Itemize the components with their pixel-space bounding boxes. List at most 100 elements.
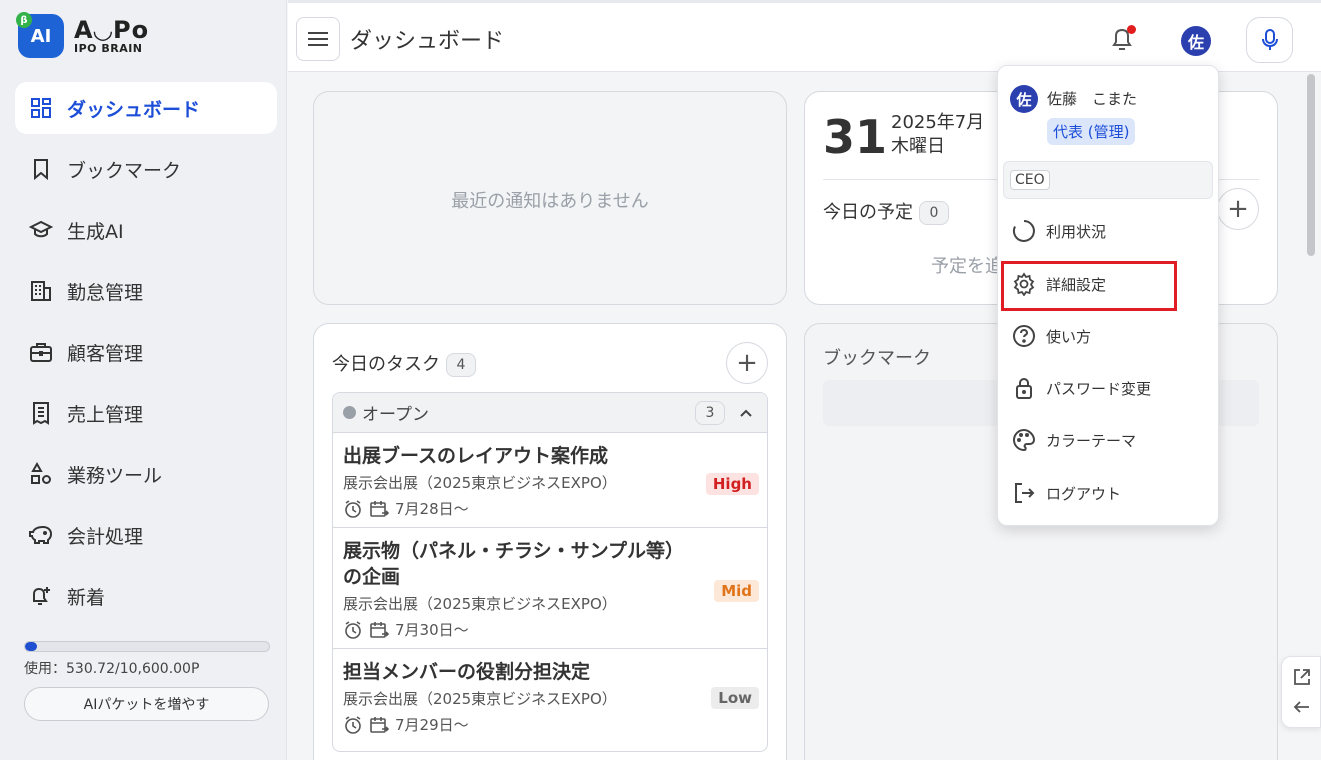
schedule-empty-text: 予定を追 xyxy=(931,256,1003,277)
bookmarks-title: ブックマーク xyxy=(823,348,931,369)
task-name: 展示物（パネル・チラシ・サンプル等）の企画 xyxy=(343,540,685,588)
bookmark-icon xyxy=(27,155,55,183)
external-link-icon[interactable] xyxy=(1292,667,1312,687)
sidebar-item-dashboard[interactable]: ダッシュボード xyxy=(15,82,277,134)
sidebar-item-label: 勤怠管理 xyxy=(67,281,144,304)
chevron-up-icon[interactable] xyxy=(739,406,753,420)
menu-item-logout[interactable]: ログアウト xyxy=(998,471,1220,515)
bell-plus-icon xyxy=(27,582,55,610)
logo-badge-text: AI xyxy=(30,25,52,47)
notification-bell-button[interactable] xyxy=(1110,25,1136,53)
floating-side-panel xyxy=(1281,656,1321,728)
calendar-weekday: 木曜日 xyxy=(891,136,945,157)
menu-item-change-password[interactable]: パスワード変更 xyxy=(998,366,1220,410)
tasks-title: 今日のタスク xyxy=(332,354,440,375)
task-project: 展示会出展（2025東京ビジネスEXPO） xyxy=(343,595,617,613)
calendar-arrow-icon xyxy=(370,621,389,638)
add-task-button[interactable]: + xyxy=(726,342,768,384)
help-circle-icon xyxy=(1013,325,1035,347)
user-avatar-button[interactable]: 佐 xyxy=(1181,26,1211,56)
palette-icon xyxy=(1013,428,1036,452)
menu-item-label: カラーテーマ xyxy=(1046,431,1137,450)
sidebar: AI β A◡Po IPO BRAIN ダッシュボード ブックマーク 生成AI xyxy=(0,0,287,760)
sidebar-item-tools[interactable]: 業務ツール xyxy=(15,448,277,500)
sidebar-item-label: 業務ツール xyxy=(67,464,163,487)
sidebar-item-sales[interactable]: 売上管理 xyxy=(15,387,277,439)
task-group-header[interactable]: オープン 3 xyxy=(333,393,767,433)
sidebar-item-label: ダッシュボード xyxy=(67,98,201,121)
sidebar-item-generative-ai[interactable]: 生成AI xyxy=(15,204,277,256)
notification-dot xyxy=(1127,25,1136,34)
task-meta: 7月30日〜 xyxy=(343,619,757,640)
user-menu-dropdown: 佐 佐藤 こまた 代表 (管理) CEO 利用状況 詳細設定 使い方 パスワード… xyxy=(997,65,1219,526)
menu-item-label: ログアウト xyxy=(1046,484,1122,503)
menu-item-usage[interactable]: 利用状況 xyxy=(998,209,1220,253)
scrollbar-thumb[interactable] xyxy=(1307,74,1315,256)
task-date: 7月29日〜 xyxy=(395,716,469,734)
job-title-badge: CEO xyxy=(1010,170,1050,190)
tasks-count-badge: 4 xyxy=(446,353,476,377)
menu-item-help[interactable]: 使い方 xyxy=(998,314,1220,358)
task-date: 7月28日〜 xyxy=(395,500,469,518)
sidebar-item-label: 売上管理 xyxy=(67,403,144,426)
calendar-arrow-icon xyxy=(370,500,389,517)
sidebar-item-label: 生成AI xyxy=(67,220,124,243)
usage-circle-icon xyxy=(1012,220,1035,242)
task-meta: 7月28日〜 xyxy=(343,498,757,519)
highlight-box xyxy=(1001,261,1177,311)
sidebar-item-attendance[interactable]: 勤怠管理 xyxy=(15,265,277,317)
task-date: 7月30日〜 xyxy=(395,621,469,639)
task-project: 展示会出展（2025東京ビジネスEXPO） xyxy=(343,474,617,492)
buy-ai-packets-button[interactable]: AIパケットを増やす xyxy=(24,687,269,721)
page-title: ダッシュボード xyxy=(350,29,505,54)
sidebar-item-label: 会計処理 xyxy=(67,525,144,548)
building-icon xyxy=(27,277,55,305)
app-logo[interactable]: AI β A◡Po IPO BRAIN xyxy=(16,12,150,58)
alarm-clock-icon xyxy=(345,499,361,518)
calendar-day: 31 xyxy=(823,110,888,164)
calendar-month: 2025年7月 xyxy=(891,112,985,133)
shapes-icon xyxy=(27,460,55,488)
menu-item-label: パスワード変更 xyxy=(1046,379,1152,398)
menu-item-color-theme[interactable]: カラーテーマ xyxy=(998,418,1220,462)
sidebar-item-bookmark[interactable]: ブックマーク xyxy=(15,143,277,195)
sidebar-nav: ダッシュボード ブックマーク 生成AI 勤怠管理 顧客管理 売上管理 業務ツール… xyxy=(15,82,277,631)
arrow-left-icon[interactable] xyxy=(1292,697,1312,717)
schedule-title: 今日の予定 xyxy=(823,202,913,223)
briefcase-icon xyxy=(27,338,55,366)
graduation-cap-icon xyxy=(27,216,55,244)
sidebar-item-customers[interactable]: 顧客管理 xyxy=(15,326,277,378)
voice-input-button[interactable] xyxy=(1246,17,1293,63)
schedule-count-badge: 0 xyxy=(919,201,949,225)
task-item[interactable]: 出展ブースのレイアウト案作成 展示会出展（2025東京ビジネスEXPO） 7月2… xyxy=(333,433,767,528)
priority-badge: Low xyxy=(711,687,759,709)
alarm-clock-icon xyxy=(345,620,361,639)
hamburger-icon xyxy=(308,32,328,46)
task-name: 出展ブースのレイアウト案作成 xyxy=(343,445,609,467)
tasks-card: 今日のタスク 4 + オープン 3 出展ブースのレイアウト案作成 展示会出展（20… xyxy=(313,323,787,760)
menu-toggle-button[interactable] xyxy=(296,17,340,61)
logo-badge: AI β xyxy=(16,12,64,58)
notifications-empty-text: 最近の通知はありません xyxy=(451,191,649,212)
menu-item-label: 使い方 xyxy=(1046,327,1092,346)
usage-text: 使用：530.72/10,600.00P xyxy=(24,661,200,677)
schedule-label: 今日の予定 0 xyxy=(823,198,949,225)
user-name: 佐藤 こまた xyxy=(1047,90,1138,108)
usage-meter: 使用：530.72/10,600.00P xyxy=(24,641,270,678)
logo-text: A◡Po xyxy=(74,15,150,44)
task-project: 展示会出展（2025東京ビジネスEXPO） xyxy=(343,690,617,708)
receipt-icon xyxy=(27,399,55,427)
avatar: 佐 xyxy=(1010,85,1038,113)
alarm-clock-icon xyxy=(345,715,361,734)
lock-icon xyxy=(1016,378,1032,399)
task-item[interactable]: 展示物（パネル・チラシ・サンプル等）の企画 展示会出展（2025東京ビジネスEX… xyxy=(333,528,767,649)
sidebar-item-news[interactable]: 新着 xyxy=(15,570,277,622)
sidebar-item-accounting[interactable]: 会計処理 xyxy=(15,509,277,561)
task-group-label: オープン xyxy=(362,405,429,425)
usage-bar-fill xyxy=(25,642,38,651)
task-item[interactable]: 担当メンバーの役割分担決定 展示会出展（2025東京ビジネスEXPO） 7月29… xyxy=(333,649,767,743)
user-role-badge: 代表 (管理) xyxy=(1047,118,1136,145)
microphone-icon xyxy=(1261,29,1278,50)
add-schedule-button[interactable]: + xyxy=(1217,188,1259,230)
usage-bar xyxy=(24,641,270,652)
